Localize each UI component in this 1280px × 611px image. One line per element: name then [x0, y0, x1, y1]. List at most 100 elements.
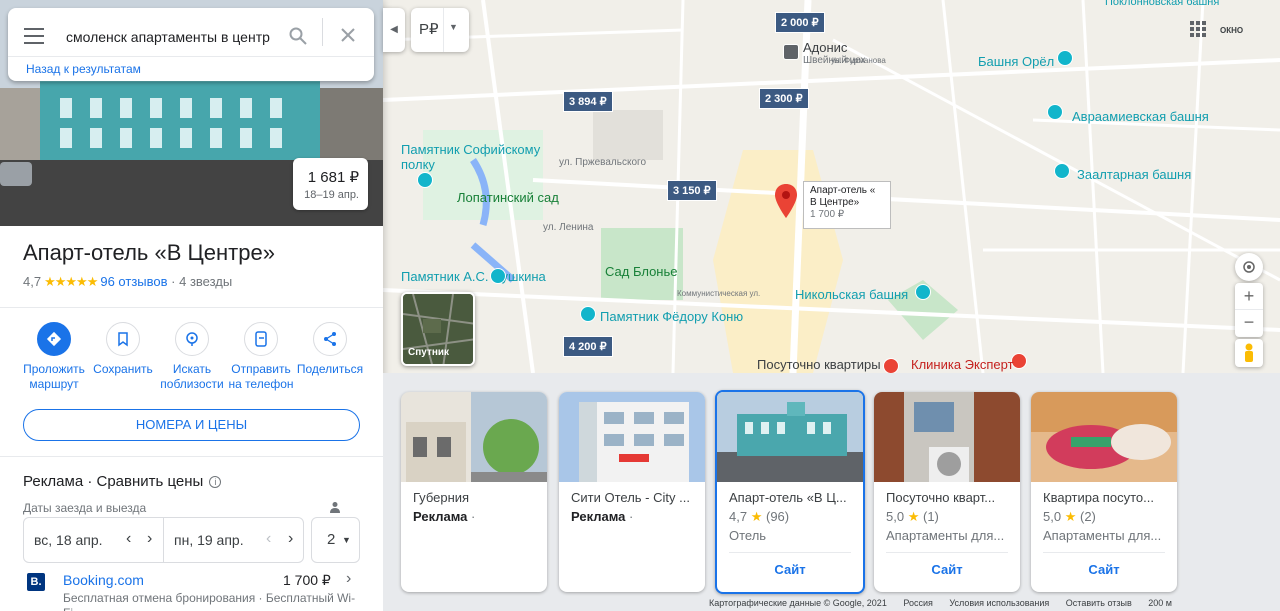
landmark-icon[interactable]: [417, 172, 433, 188]
rating-row: 4,7 ★★★★★ 96 отзывов · 4 звезды: [23, 274, 232, 290]
dropdown-arrow-icon: ▼: [449, 22, 458, 32]
result-card[interactable]: Сити Отель - City ... Реклама ·: [559, 392, 705, 592]
rating-value: 4,7: [23, 274, 42, 289]
street-label: Коммунистическая ул.: [677, 289, 761, 298]
place-panel: смоленск апартаменты в центр Назад к рез…: [0, 0, 383, 611]
map-label-sofia[interactable]: Памятник Софийскому полку: [401, 142, 541, 172]
pegman-button[interactable]: [1235, 339, 1263, 367]
scale-label[interactable]: 200 м: [1148, 598, 1172, 608]
map-label-poklonnaya[interactable]: Поклонновская башня: [1105, 0, 1219, 8]
star-icon: ★: [750, 509, 763, 524]
close-icon[interactable]: [341, 28, 355, 42]
rooms-and-prices-button[interactable]: НОМЕРА И ЦЕНЫ: [23, 409, 360, 441]
guests-select[interactable]: 2 ▼: [311, 517, 360, 563]
send-to-phone-button[interactable]: Отправить на телефон: [227, 322, 295, 392]
booking-logo-icon: B.: [27, 573, 45, 591]
chevron-right-icon[interactable]: ›: [346, 570, 351, 588]
price-tag[interactable]: 2 000 ₽: [775, 12, 825, 33]
info-icon[interactable]: i: [209, 476, 222, 488]
my-location-button[interactable]: [1235, 253, 1263, 281]
back-to-results-link[interactable]: Назад к результатам: [8, 56, 374, 81]
star-icon: ★: [907, 509, 920, 524]
result-card[interactable]: Квартира посуто... 5,0 ★ (2) Апартаменты…: [1031, 392, 1177, 592]
map-label-orel[interactable]: Башня Орёл: [978, 54, 1054, 69]
landmark-icon[interactable]: [1047, 104, 1063, 120]
website-button[interactable]: Сайт: [1031, 562, 1177, 577]
landmark-icon[interactable]: [490, 268, 506, 284]
price-tag[interactable]: 4 200 ₽: [563, 336, 613, 357]
compare-prices-heading: Реклама · Сравнить цены i: [23, 473, 222, 490]
satellite-label: Спутник: [408, 347, 450, 358]
result-card-selected[interactable]: Апарт-отель «В Ц... 4,7 ★ (96) Отель Сай…: [715, 390, 865, 594]
chevron-right-icon[interactable]: ›: [147, 530, 152, 548]
directions-icon: [46, 331, 62, 347]
top-right-controls: ОКНО: [1180, 8, 1280, 48]
save-button[interactable]: Сохранить: [89, 322, 157, 377]
chevron-left-icon[interactable]: ‹: [126, 530, 131, 548]
directions-button[interactable]: Проложить маршрут: [20, 322, 88, 392]
results-carousel: Губерния Реклама · Сити Отель - City ...…: [383, 373, 1280, 611]
map-label-fedor[interactable]: Памятник Фёдору Коню: [600, 309, 743, 324]
offer-price: 1 700 ₽: [283, 572, 331, 588]
caret-down-icon: ▼: [342, 535, 351, 545]
stars-icon: ★★★★★: [44, 274, 98, 289]
zoom-out-icon[interactable]: −: [1235, 310, 1263, 337]
search-icon[interactable]: [289, 27, 307, 45]
account-logo[interactable]: ОКНО: [1220, 26, 1243, 35]
map-label-zaaltarnaya[interactable]: Заалтарная башня: [1077, 167, 1191, 182]
my-location-icon: [1243, 261, 1255, 273]
result-card[interactable]: Губерния Реклама ·: [401, 392, 547, 592]
map-label-posutochno[interactable]: Посуточно квартиры: [757, 357, 881, 372]
result-card[interactable]: Посуточно кварт... 5,0 ★ (1) Апартаменты…: [874, 392, 1020, 592]
nearby-icon: [186, 332, 198, 346]
zoom-in-icon[interactable]: +: [1235, 283, 1263, 310]
feedback-link[interactable]: Оставить отзыв: [1066, 598, 1132, 608]
callout-price: 1 700 ₽: [810, 209, 845, 220]
checkin-date[interactable]: вс, 18 апр.: [34, 532, 103, 548]
map-label-nikolskaya[interactable]: Никольская башня: [795, 287, 908, 302]
website-button[interactable]: Сайт: [717, 562, 863, 577]
collapse-panel-button[interactable]: ◀: [383, 8, 405, 52]
search-input[interactable]: смоленск апартаменты в центр: [66, 22, 290, 52]
map-canvas[interactable]: 2 000 ₽ 3 894 ₽ 2 300 ₽ 3 150 ₽ 4 200 ₽ …: [383, 0, 1280, 373]
map-label-lopatinsky[interactable]: Лопатинский сад: [457, 190, 559, 205]
map-label-pushkin[interactable]: Памятник А.С. Пушкина: [401, 269, 546, 284]
copyright-text: Картографические данные © Google, 2021: [709, 598, 887, 608]
apps-grid-icon[interactable]: [1190, 21, 1206, 37]
satellite-toggle[interactable]: Спутник: [401, 292, 475, 366]
country-link[interactable]: Россия: [903, 598, 933, 608]
offer-description: Бесплатная отмена бронирования · Бесплат…: [63, 591, 356, 611]
selected-place-pin[interactable]: [775, 184, 797, 223]
share-button[interactable]: Поделиться: [296, 322, 364, 377]
place-callout[interactable]: Апарт-отель « В Центре» 1 700 ₽: [803, 181, 891, 229]
hotel-icon[interactable]: [883, 358, 899, 373]
price-tag[interactable]: 3 150 ₽: [667, 180, 717, 201]
dates-label: Даты заезда и выезда: [23, 501, 147, 515]
share-icon: [324, 332, 336, 346]
checkout-date[interactable]: пн, 19 апр.: [174, 532, 244, 548]
date-picker: вс, 18 апр. ‹ › пн, 19 апр. ‹ ›: [23, 517, 304, 563]
map-label-klinika[interactable]: Клиника Эксперт: [911, 357, 1014, 372]
website-button[interactable]: Сайт: [874, 562, 1020, 577]
map-label-avraamievskaya[interactable]: Авраамиевская башня: [1072, 109, 1209, 124]
price-tag[interactable]: 3 894 ₽: [563, 91, 613, 112]
landmark-icon[interactable]: [1057, 50, 1073, 66]
map-label-blonye[interactable]: Сад Блонье: [605, 264, 678, 279]
terms-link[interactable]: Условия использования: [949, 598, 1049, 608]
map-label-adonis[interactable]: Адонис: [803, 40, 847, 55]
landmark-icon[interactable]: [1054, 163, 1070, 179]
currency-selector[interactable]: Р₽ ▼: [411, 8, 469, 52]
hotel-class: · 4 звезды: [171, 274, 233, 289]
shop-icon[interactable]: [783, 44, 799, 60]
chevron-right-icon[interactable]: ›: [288, 530, 293, 548]
reviews-link[interactable]: 96 отзывов: [100, 274, 167, 289]
chevron-left-icon[interactable]: ‹: [266, 530, 271, 548]
price-badge[interactable]: 1 681 ₽ 18–19 апр.: [293, 158, 368, 210]
landmark-icon[interactable]: [580, 306, 596, 322]
hamburger-menu-icon[interactable]: [24, 28, 44, 44]
landmark-icon[interactable]: [915, 284, 931, 300]
person-icon: [330, 502, 340, 513]
nearby-button[interactable]: Искать поблизости: [158, 322, 226, 392]
price-tag[interactable]: 2 300 ₽: [759, 88, 809, 109]
offer-provider[interactable]: Booking.com: [63, 572, 144, 588]
